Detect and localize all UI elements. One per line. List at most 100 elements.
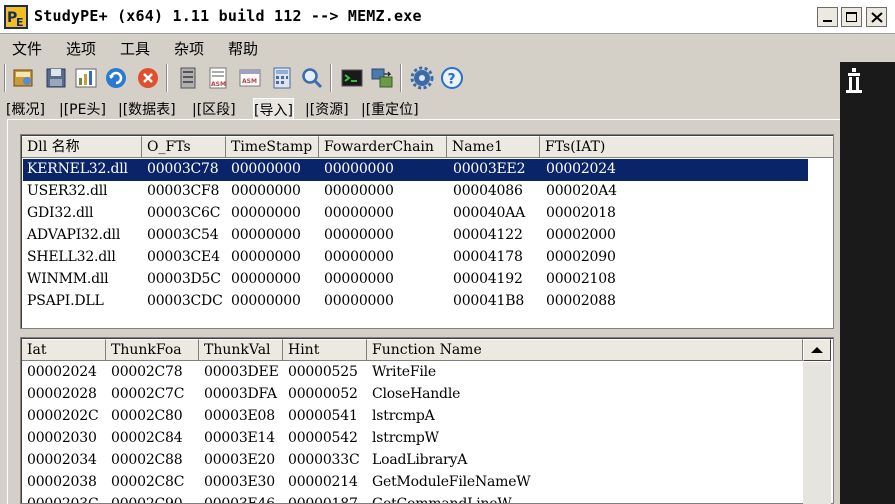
tab-overview[interactable]: [概况] [6,98,45,121]
function-cell: 00003E14 [204,430,275,446]
dll-cell: USER32.dll [27,183,108,199]
column-header[interactable]: Dll 名称 [22,136,142,158]
function-row[interactable]: 00002038 00002C8C 00003E30 00000214 GetModul… [23,472,803,494]
dll-cell: 00002088 [546,293,616,309]
function-cell: CloseHandle [372,386,461,402]
dll-cell: 00004192 [453,271,523,287]
function-cell: 00000525 [288,364,358,380]
function-cell: 00002C78 [111,364,183,380]
column-header[interactable]: Name1 [447,136,540,158]
tab-data-directories[interactable]: |[数据表] [118,98,176,121]
help-icon[interactable]: ? [440,66,464,90]
dll-cell: KERNEL32.dll [27,161,128,177]
dll-cell: 00000000 [324,183,394,199]
function-cell: 00002028 [27,386,97,402]
tab-resources[interactable]: |[资源] [305,98,349,121]
dll-row[interactable]: ADVAPI32.dll 00003C54 00000000 00000000 0000… [23,225,831,247]
close-button[interactable] [866,7,887,27]
window-title: StudyPE+ (x64) 1.11 build 112 --> MEMZ.e… [34,7,422,25]
function-row[interactable]: 00002028 00002C7C 00003DFA 00000052 CloseHan… [23,384,803,406]
column-header[interactable]: TimeStamp [226,136,319,158]
dll-row[interactable]: SHELL32.dll 00003CE4 00000000 00000000 00004… [23,247,831,269]
dll-cell: 00000000 [324,293,394,309]
pin-icon[interactable] [846,68,862,94]
dll-cell: ADVAPI32.dll [27,227,121,243]
transfer-icon[interactable] [370,66,394,90]
function-cell: GetModuleFileNameW [372,474,531,490]
function-cell: WriteFile [372,364,436,380]
close-file-icon[interactable] [136,66,160,90]
open-icon[interactable] [12,66,36,90]
function-row[interactable]: 00002030 00002C84 00003E14 00000542 lstrcmpW [23,428,803,450]
dll-row[interactable]: KERNEL32.dll 00003C78 00000000 00000000 0000… [23,159,808,181]
terminal-icon[interactable] [340,66,364,90]
function-cell: 00003E30 [204,474,275,490]
dll-row[interactable]: WINMM.dll 00003D5C 00000000 00000000 0000419… [23,269,831,291]
menu-help[interactable]: 帮助 [228,38,258,59]
scroll-up-button[interactable] [803,339,831,361]
function-row[interactable]: 0000202C 00002C80 00003E08 00000541 lstrcmpA [23,406,803,428]
maximize-button[interactable] [841,7,862,27]
asm-window-icon[interactable]: ASM [238,66,262,90]
column-header[interactable]: Function Name [367,339,803,361]
menu-tools[interactable]: 工具 [120,38,150,59]
function-row[interactable]: 00002024 00002C78 00003DEE 00000525 WriteFil… [23,362,803,384]
dll-cell: 00003C78 [147,161,219,177]
column-header[interactable]: Iat [22,339,106,361]
toolbar-separator [4,64,6,92]
menu-file[interactable]: 文件 [12,38,42,59]
column-header[interactable]: O_FTs [142,136,226,158]
dll-cell: 00000000 [324,205,394,221]
magnifier-icon[interactable] [300,66,324,90]
function-cell: 00002C8C [111,474,185,490]
dll-cell: 00003EE2 [453,161,526,177]
dll-row[interactable]: PSAPI.DLL 00003CDC 00000000 00000000 000041B… [23,291,831,313]
gear-icon[interactable] [410,66,434,90]
function-row[interactable]: 00002034 00002C88 00003E20 0000033C LoadLibr… [23,450,803,472]
column-header[interactable]: Hint [283,339,367,361]
menu-bar: 文件 选项 工具 杂项 帮助 [0,34,895,60]
dll-cell: 00000000 [324,227,394,243]
dll-row[interactable]: USER32.dll 00003CF8 00000000 00000000 000040… [23,181,831,203]
function-cell: 00002C84 [111,430,183,446]
dll-cell: 000040AA [453,205,526,221]
dll-cell: 00000000 [324,271,394,287]
vertical-scrollbar-track[interactable] [803,362,831,504]
refresh-icon[interactable] [104,66,128,90]
menu-misc[interactable]: 杂项 [174,38,204,59]
column-header[interactable]: ThunkVal [199,339,283,361]
function-cell: 00003E46 [204,496,275,504]
column-header[interactable]: FTs(IAT) [540,136,833,158]
menu-options[interactable]: 选项 [66,38,96,59]
maximize-icon [846,12,857,22]
database-icon[interactable] [176,66,200,90]
dll-cell: 00002018 [546,205,616,221]
tab-sections[interactable]: |[区段] [192,98,236,121]
function-cell: 00000052 [288,386,358,402]
function-import-table[interactable]: Iat ThunkFoa ThunkVal Hint Function Name… [20,337,834,504]
function-cell: 00000541 [288,408,358,424]
save-icon[interactable] [44,66,68,90]
dll-cell: 00004086 [453,183,523,199]
tab-relocations[interactable]: |[重定位] [361,98,419,121]
dll-cell: WINMM.dll [27,271,109,287]
dll-row[interactable]: GDI32.dll 00003C6C 00000000 00000000 000040A… [23,203,831,225]
tab-pe-header[interactable]: |[PE头] [59,98,106,121]
column-header[interactable]: FowarderChain [319,136,447,158]
title-bar[interactable]: P E StudyPE+ (x64) 1.11 build 112 --> ME… [0,0,895,34]
minimize-button[interactable] [817,7,838,27]
dll-import-table[interactable]: Dll 名称 O_FTs TimeStamp FowarderChain Nam… [20,134,834,329]
column-header[interactable]: ThunkFoa [106,339,199,361]
chart-icon[interactable] [74,66,98,90]
function-cell: 00000542 [288,430,358,446]
dll-cell: 00000000 [231,293,301,309]
function-cell: 00000187 [288,496,358,504]
asm-doc-icon[interactable]: ASM [206,66,230,90]
function-cell: lstrcmpW [372,430,439,446]
close-icon [871,12,883,23]
dll-cell: 00002108 [546,271,616,287]
toolbar-separator [400,64,402,92]
function-row[interactable]: 0000203C 00002C90 00003E46 00000187 GetComma… [23,494,803,504]
calculator-icon[interactable] [270,66,294,90]
dll-cell: 00003CF8 [147,183,220,199]
